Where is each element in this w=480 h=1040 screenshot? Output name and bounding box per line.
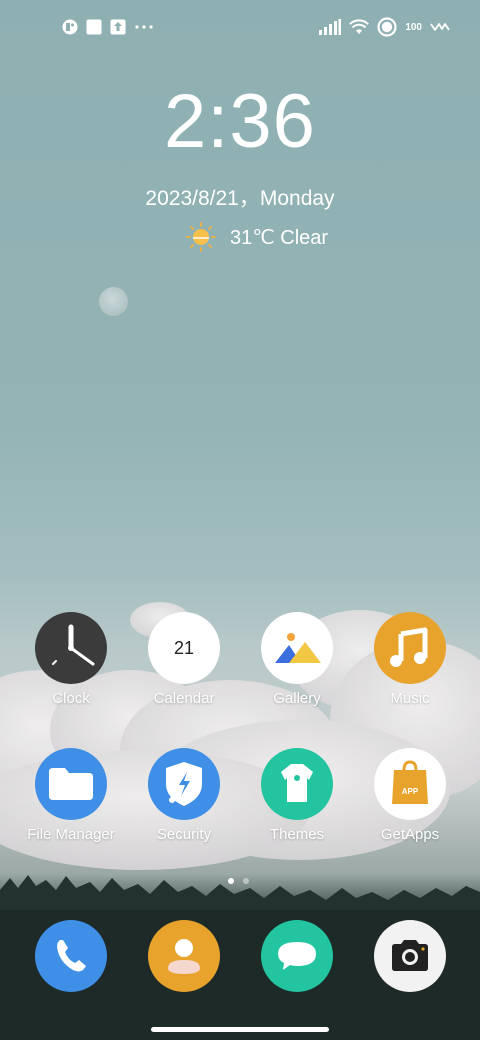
app-label: Themes [269, 826, 325, 843]
getapps-badge: APP [402, 787, 419, 796]
camera-icon[interactable] [374, 920, 446, 992]
gallery-icon [261, 612, 333, 684]
page-dot [243, 878, 249, 884]
phone-icon[interactable] [35, 920, 107, 992]
weather-widget[interactable]: 31℃ Clear [186, 222, 328, 252]
signal-icon [319, 19, 342, 35]
activity-icon [430, 23, 450, 31]
app-getapps[interactable]: APP GetApps [355, 748, 465, 843]
app-music[interactable]: Music [355, 612, 465, 707]
battery-level: 100 [405, 21, 422, 33]
page-indicator [228, 878, 249, 884]
more-dots-icon [135, 25, 153, 29]
app-label: Calendar [153, 690, 215, 707]
circle-status-icon [377, 17, 397, 37]
page-dot-active [228, 878, 234, 884]
upload-icon [110, 19, 126, 35]
moon [99, 287, 128, 316]
notification-app-icon [62, 19, 78, 35]
folder-icon [35, 748, 107, 820]
app-themes[interactable]: Themes [242, 748, 352, 843]
messages-icon[interactable] [261, 920, 333, 992]
status-bar: 100 [0, 14, 480, 42]
weather-text: 31℃ Clear [230, 226, 329, 249]
app-label: Music [390, 690, 430, 707]
music-note-icon [374, 612, 446, 684]
contacts-icon[interactable] [148, 920, 220, 992]
app-label: Clock [52, 690, 90, 707]
clock-icon [35, 612, 107, 684]
app-calendar[interactable]: 21 Calendar [129, 612, 239, 707]
square-notification-icon [86, 19, 102, 35]
app-label: GetApps [380, 826, 440, 843]
shopping-bag-icon: APP [374, 748, 446, 820]
wifi-icon [349, 19, 370, 34]
calendar-day: 21 [173, 637, 195, 658]
app-gallery[interactable]: Gallery [242, 612, 352, 707]
shield-icon [148, 748, 220, 820]
app-security[interactable]: Security [129, 748, 239, 843]
home-indicator-bar[interactable] [151, 1027, 329, 1032]
app-clock[interactable]: Clock [16, 612, 126, 707]
themes-icon [261, 748, 333, 820]
calendar-icon: 21 [148, 612, 220, 684]
app-file-manager[interactable]: File Manager [16, 748, 126, 843]
app-label: Security [156, 826, 212, 843]
date-text[interactable]: 2023/8/21，Monday [0, 182, 480, 212]
clock-time[interactable]: 2:36 [0, 78, 480, 165]
app-label: File Manager [27, 826, 115, 843]
sun-icon [186, 222, 216, 252]
app-label: Gallery [273, 690, 321, 707]
